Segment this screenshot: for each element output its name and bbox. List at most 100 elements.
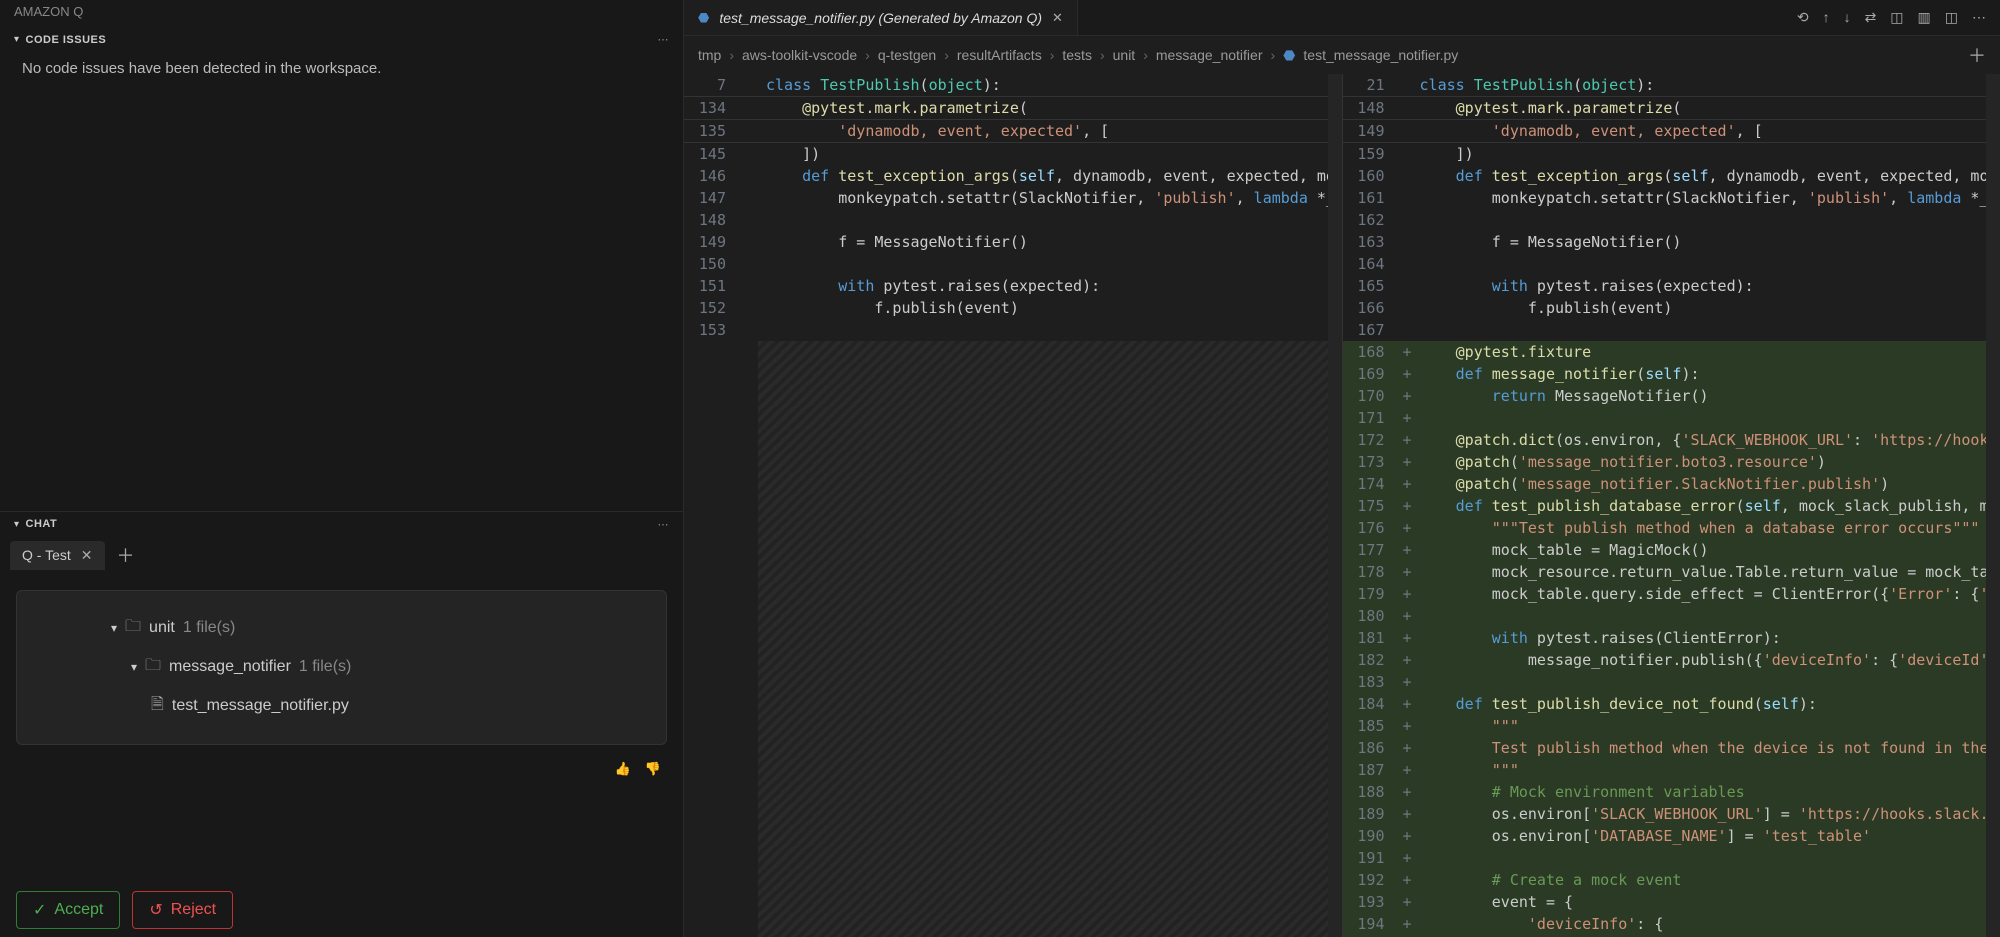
code-content[interactable]: with pytest.raises(expected): [1412, 275, 2000, 297]
code-line[interactable]: 172+ @patch.dict(os.environ, {'SLACK_WEB… [1343, 429, 2000, 451]
code-line[interactable]: 164 [1343, 253, 2000, 275]
code-content[interactable]: message_notifier.publish({'deviceInfo': … [1412, 649, 2000, 671]
chevron-down-icon[interactable]: ▾ [131, 660, 137, 674]
file-tab[interactable]: ⬣ test_message_notifier.py (Generated by… [684, 0, 1078, 35]
code-line[interactable]: 192+ # Create a mock event [1343, 869, 2000, 891]
code-content[interactable] [1412, 407, 2000, 429]
code-table-left[interactable]: 7class TestPublish(object):134 @pytest.m… [684, 74, 1342, 937]
code-line[interactable]: 194+ 'deviceInfo': { [1343, 913, 2000, 935]
accept-button[interactable]: ✓ Accept [16, 891, 120, 929]
tree-folder[interactable]: ▾🗀message_notifier1 file(s) [41, 648, 642, 687]
breadcrumb-item[interactable]: message_notifier [1156, 47, 1263, 63]
code-content[interactable] [1412, 253, 2000, 275]
code-line[interactable]: 151 with pytest.raises(expected): [684, 275, 1342, 297]
code-line[interactable]: 166 f.publish(event) [1343, 297, 2000, 319]
breadcrumb-item[interactable]: resultArtifacts [957, 47, 1042, 63]
code-content[interactable]: 'dynamodb, event, expected', [ [1412, 120, 2000, 143]
chevron-down-icon[interactable]: ▾ [14, 34, 20, 45]
code-content[interactable]: """ [1412, 715, 2000, 737]
add-tab-button[interactable]: ＋ [111, 542, 141, 568]
chevron-down-icon[interactable]: ▾ [111, 621, 117, 635]
chat-header[interactable]: ▾ CHAT ⋯ [0, 512, 683, 537]
code-content[interactable]: f.publish(event) [1412, 297, 2000, 319]
code-content[interactable]: os.environ['DATABASE_NAME'] = 'test_tabl… [1412, 825, 2000, 847]
thumbs-up-icon[interactable]: 👍 [615, 761, 631, 777]
code-content[interactable] [1412, 319, 2000, 341]
code-content[interactable] [758, 319, 1342, 341]
chevron-down-icon[interactable]: ▾ [14, 519, 20, 530]
code-content[interactable]: 'deviceInfo': { [1412, 913, 2000, 935]
revert-icon[interactable]: ⟲ [1797, 9, 1809, 26]
code-line[interactable]: 148 [684, 209, 1342, 231]
breadcrumb-item[interactable]: aws-toolkit-vscode [742, 47, 857, 63]
code-content[interactable]: # Mock environment variables [1412, 781, 2000, 803]
code-line[interactable]: 184+ def test_publish_device_not_found(s… [1343, 693, 2000, 715]
code-content[interactable]: def test_exception_args(self, dynamodb, … [1412, 165, 2000, 187]
code-line[interactable]: 21class TestPublish(object): [1343, 74, 2000, 97]
code-line[interactable]: 146 def test_exception_args(self, dynamo… [684, 165, 1342, 187]
code-line[interactable]: 176+ """Test publish method when a datab… [1343, 517, 2000, 539]
code-content[interactable]: with pytest.raises(ClientError): [1412, 627, 2000, 649]
code-issues-header[interactable]: ▾ CODE ISSUES ⋯ [0, 27, 683, 52]
code-line[interactable]: 185+ """ [1343, 715, 2000, 737]
code-content[interactable] [1412, 605, 2000, 627]
breadcrumb-item[interactable]: tmp [698, 47, 721, 63]
code-line[interactable]: 182+ message_notifier.publish({'deviceIn… [1343, 649, 2000, 671]
code-line[interactable]: 153 [684, 319, 1342, 341]
code-content[interactable]: return MessageNotifier() [1412, 385, 2000, 407]
code-line[interactable]: 179+ mock_table.query.side_effect = Clie… [1343, 583, 2000, 605]
code-content[interactable]: def test_exception_args(self, dynamodb, … [758, 165, 1342, 187]
code-line[interactable]: 188+ # Mock environment variables [1343, 781, 2000, 803]
close-icon[interactable]: ✕ [81, 547, 93, 564]
code-content[interactable]: @patch.dict(os.environ, {'SLACK_WEBHOOK_… [1412, 429, 2000, 451]
code-line[interactable]: 149 f = MessageNotifier() [684, 231, 1342, 253]
code-line[interactable]: 7class TestPublish(object): [684, 74, 1342, 97]
code-content[interactable] [1412, 671, 2000, 693]
code-content[interactable]: monkeypatch.setattr(SlackNotifier, 'publ… [1412, 187, 2000, 209]
code-line[interactable]: 187+ """ [1343, 759, 2000, 781]
code-line[interactable]: 183+ [1343, 671, 2000, 693]
code-line[interactable]: 190+ os.environ['DATABASE_NAME'] = 'test… [1343, 825, 2000, 847]
code-line[interactable]: 149 'dynamodb, event, expected', [ [1343, 120, 2000, 143]
code-content[interactable]: """ [1412, 759, 2000, 781]
code-line[interactable]: 186+ Test publish method when the device… [1343, 737, 2000, 759]
close-icon[interactable]: ✕ [1052, 10, 1063, 26]
arrow-down-icon[interactable]: ↓ [1844, 9, 1851, 26]
code-line[interactable]: 171+ [1343, 407, 2000, 429]
code-line[interactable]: 177+ mock_table = MagicMock() [1343, 539, 2000, 561]
code-content[interactable]: @patch('message_notifier.SlackNotifier.p… [1412, 473, 2000, 495]
chat-tab-q-test[interactable]: Q - Test ✕ [10, 541, 105, 570]
code-line[interactable]: 175+ def test_publish_database_error(sel… [1343, 495, 2000, 517]
code-line[interactable]: 169+ def message_notifier(self): [1343, 363, 2000, 385]
add-icon[interactable]: ＋ [1968, 42, 1986, 68]
breadcrumb-item[interactable]: unit [1113, 47, 1136, 63]
ellipsis-icon[interactable]: ⋯ [658, 518, 670, 531]
minimap-right[interactable] [1986, 74, 2000, 937]
code-line[interactable]: 152 f.publish(event) [684, 297, 1342, 319]
code-content[interactable]: event = { [1412, 891, 2000, 913]
code-line[interactable]: 145 ]) [684, 143, 1342, 166]
code-content[interactable] [758, 209, 1342, 231]
code-line[interactable]: 150 [684, 253, 1342, 275]
split-icon[interactable]: ▥ [1918, 9, 1931, 26]
code-content[interactable]: 'dynamodb, event, expected', [ [758, 120, 1342, 143]
code-content[interactable]: """Test publish method when a database e… [1412, 517, 2000, 539]
code-line[interactable]: 168+ @pytest.fixture [1343, 341, 2000, 363]
code-line[interactable]: 181+ with pytest.raises(ClientError): [1343, 627, 2000, 649]
compare-icon[interactable]: ⇄ [1865, 9, 1877, 26]
code-content[interactable]: def test_publish_device_not_found(self): [1412, 693, 2000, 715]
code-line[interactable]: 165 with pytest.raises(expected): [1343, 275, 2000, 297]
code-content[interactable]: monkeypatch.setattr(SlackNotifier, 'publ… [758, 187, 1342, 209]
code-line[interactable]: 193+ event = { [1343, 891, 2000, 913]
code-content[interactable]: @pytest.fixture [1412, 341, 2000, 363]
code-table-right[interactable]: 21class TestPublish(object):148 @pytest.… [1343, 74, 2000, 937]
code-content[interactable]: @pytest.mark.parametrize( [758, 97, 1342, 120]
layout-icon[interactable]: ◫ [1890, 9, 1903, 26]
code-content[interactable]: # Create a mock event [1412, 869, 2000, 891]
code-content[interactable]: @pytest.mark.parametrize( [1412, 97, 2000, 120]
thumbs-down-icon[interactable]: 👎 [645, 761, 661, 777]
code-line[interactable]: 161 monkeypatch.setattr(SlackNotifier, '… [1343, 187, 2000, 209]
ellipsis-icon[interactable]: ⋯ [658, 33, 670, 46]
breadcrumb-item[interactable]: test_message_notifier.py [1303, 47, 1458, 63]
code-content[interactable]: class TestPublish(object): [1412, 74, 2000, 97]
